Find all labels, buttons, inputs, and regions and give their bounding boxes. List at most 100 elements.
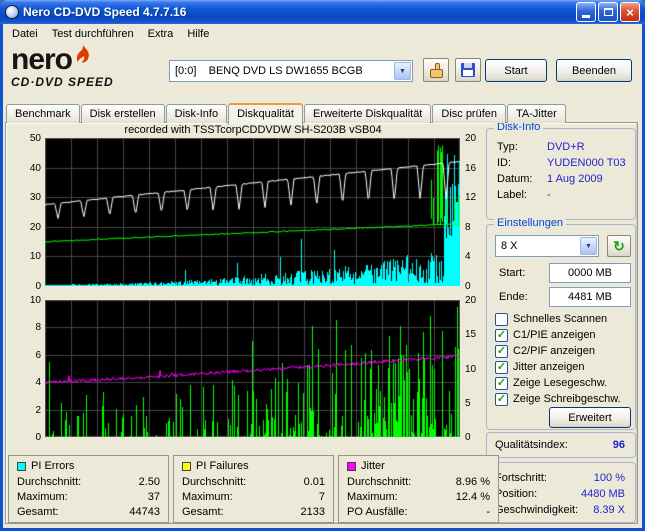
stats-box-pi-errors: PI Errors Durchschnitt: 2.50 Maximum: 37 Gesa…: [8, 455, 169, 523]
y-axis-tick-left: 30: [29, 192, 41, 204]
checkbox-c1-pie-anzeigen[interactable]: ✓ C1/PIE anzeigen: [495, 327, 631, 343]
tab-benchmark[interactable]: Benchmark: [6, 104, 80, 123]
speed-select[interactable]: 8 X ▼: [495, 235, 599, 257]
settings-panel: Einstellungen 8 X ▼ ↻ Start: Ende: Schne…: [486, 217, 636, 430]
progress-row: Geschwindigkeit: 8.39 X: [495, 502, 625, 518]
maximize-button[interactable]: [598, 2, 618, 22]
y-axis-tick-right: 12: [465, 192, 477, 204]
tab-erweiterte-diskqualität[interactable]: Erweiterte Diskqualität: [303, 104, 432, 123]
checkbox-zeige-lesegeschw[interactable]: ✓ Zeige Lesegeschw.: [495, 375, 631, 391]
y-axis-tick-right: 8: [465, 221, 471, 233]
stats-label: PO Ausfälle:: [347, 506, 408, 518]
end-position-label: Ende:: [499, 291, 528, 303]
pi-errors-speed-chart: [45, 138, 460, 286]
maximize-icon: [603, 8, 613, 16]
titlebar[interactable]: Nero CD-DVD Speed 4.7.7.16 ×: [0, 0, 645, 24]
tab-bar: Benchmark Disk erstellen Disk-Info Diskqual…: [6, 100, 567, 125]
stats-label: Maximum:: [182, 491, 233, 503]
y-axis-tick-left: 8: [35, 322, 41, 334]
titlebar-buttons: ×: [576, 2, 640, 22]
stats-row: Durchschnitt: 0.01: [182, 475, 325, 490]
progress-value: 100 %: [593, 472, 625, 484]
start-position-label: Start:: [499, 267, 526, 279]
menu-item-extra[interactable]: Extra: [141, 26, 181, 42]
menu-item-test-durchführen[interactable]: Test durchführen: [45, 26, 141, 42]
quit-button[interactable]: Beenden: [556, 59, 632, 82]
quality-index-label: Qualitätsindex:: [495, 439, 568, 451]
checkbox-box: ✓: [495, 392, 508, 406]
tab-ta-jitter[interactable]: TA-Jitter: [507, 104, 566, 123]
y-axis-tick-right: 16: [465, 162, 477, 174]
menu-item-hilfe[interactable]: Hilfe: [180, 26, 216, 42]
stats-value: 44743: [129, 506, 160, 518]
y-axis-tick-left: 50: [29, 133, 41, 144]
disk-info-value: YUDEN000 T03: [547, 157, 626, 169]
minimize-icon: [582, 15, 590, 18]
tab-diskqualität[interactable]: Diskqualität: [228, 103, 303, 125]
pi-failures-jitter-chart: [45, 300, 460, 437]
quality-index-value: 96: [612, 439, 625, 451]
disk-info-value: DVD+R: [547, 141, 585, 153]
start-position-field[interactable]: [549, 263, 631, 283]
disk-info-value: 1 Aug 2009: [547, 173, 603, 185]
settings-title: Einstellungen: [494, 217, 567, 229]
stats-box-header: PI Errors: [17, 460, 160, 472]
progress-row: Fortschritt: 100 %: [495, 470, 625, 486]
stats-value: 0.01: [303, 476, 325, 488]
checkbox-label: C2/PIF anzeigen: [513, 345, 595, 357]
y-axis-tick-left: 40: [29, 162, 41, 174]
progress-value: 8.39 X: [593, 504, 625, 516]
y-axis-tick-left: 6: [35, 349, 41, 361]
stats-row: Maximum: 37: [17, 490, 160, 505]
disk-info-rows: Typ: DVD+R ID: YUDEN000 T03 Datum: 1 Aug 2009…: [487, 129, 635, 201]
progress-panel: Fortschritt: 100 % Position: 4480 MB Geschwi…: [486, 462, 636, 523]
checkbox-zeige-schreibgeschw[interactable]: ✓ Zeige Schreibgeschw.: [495, 391, 631, 407]
save-button[interactable]: [455, 58, 481, 82]
app-icon: [5, 5, 19, 19]
disk-info-label: Datum:: [497, 173, 533, 185]
legend-color-chip: [17, 461, 26, 471]
stats-label: Maximum:: [17, 491, 68, 503]
tab-disc-prüfen[interactable]: Disc prüfen: [432, 104, 507, 123]
y-axis-tick-right: 20: [465, 295, 477, 306]
stats-box-header: Jitter: [347, 460, 490, 472]
progress-label: Fortschritt:: [495, 472, 547, 484]
stats-value: 7: [318, 491, 325, 503]
stats-box-title: PI Errors: [31, 460, 75, 472]
close-button[interactable]: ×: [620, 2, 640, 22]
disk-info-label: Typ:: [497, 141, 518, 153]
refresh-button[interactable]: ↻: [607, 235, 631, 257]
checkbox-box: ✓: [495, 344, 508, 358]
checkbox-jitter-anzeigen[interactable]: ✓ Jitter anzeigen: [495, 359, 631, 375]
start-button[interactable]: Start: [485, 59, 547, 82]
stats-label: Durchschnitt:: [17, 476, 82, 488]
stats-label: Durchschnitt:: [347, 476, 412, 488]
checkbox-schnelles-scannen[interactable]: Schnelles Scannen: [495, 311, 631, 327]
disk-info-panel: Disk-Info Typ: DVD+R ID: YUDEN000 T03 Datum:…: [486, 121, 636, 220]
stats-value: 37: [147, 491, 160, 503]
legend-color-chip: [347, 461, 356, 471]
client-area: Datei Test durchführen Extra Hilfe nero CD·…: [3, 24, 642, 528]
stats-label: Gesamt:: [17, 506, 59, 518]
checkbox-label: Zeige Schreibgeschw.: [513, 393, 621, 405]
minimize-button[interactable]: [576, 2, 596, 22]
checkbox-box: ✓: [495, 360, 508, 374]
chevron-down-icon[interactable]: ▼: [394, 62, 411, 80]
legend-color-chip: [182, 461, 191, 471]
stats-box-pi-failures: PI Failures Durchschnitt: 0.01 Maximum: 7 Ges…: [173, 455, 334, 523]
tab-disk-info[interactable]: Disk-Info: [165, 104, 228, 123]
progress-value: 4480 MB: [580, 488, 625, 500]
end-position-field[interactable]: [549, 287, 631, 307]
chevron-down-icon[interactable]: ▼: [580, 237, 597, 255]
advanced-button[interactable]: Erweitert: [549, 407, 631, 428]
y-axis-tick-left: 20: [29, 221, 41, 233]
menubar: Datei Test durchführen Extra Hilfe: [3, 24, 642, 44]
menu-item-datei[interactable]: Datei: [5, 26, 45, 42]
options-hand-button[interactable]: [423, 58, 449, 82]
checkbox-label: Zeige Lesegeschw.: [513, 377, 608, 389]
scan-option-checkboxes: Schnelles Scannen ✓ C1/PIE anzeigen ✓ C2/PIF…: [495, 311, 631, 407]
tab-disk-erstellen[interactable]: Disk erstellen: [80, 104, 165, 123]
y-axis-tick-left: 10: [29, 295, 41, 306]
checkbox-c2-pif-anzeigen[interactable]: ✓ C2/PIF anzeigen: [495, 343, 631, 359]
drive-select[interactable]: [0:0] BENQ DVD LS DW1655 BCGB ▼: [169, 60, 413, 82]
